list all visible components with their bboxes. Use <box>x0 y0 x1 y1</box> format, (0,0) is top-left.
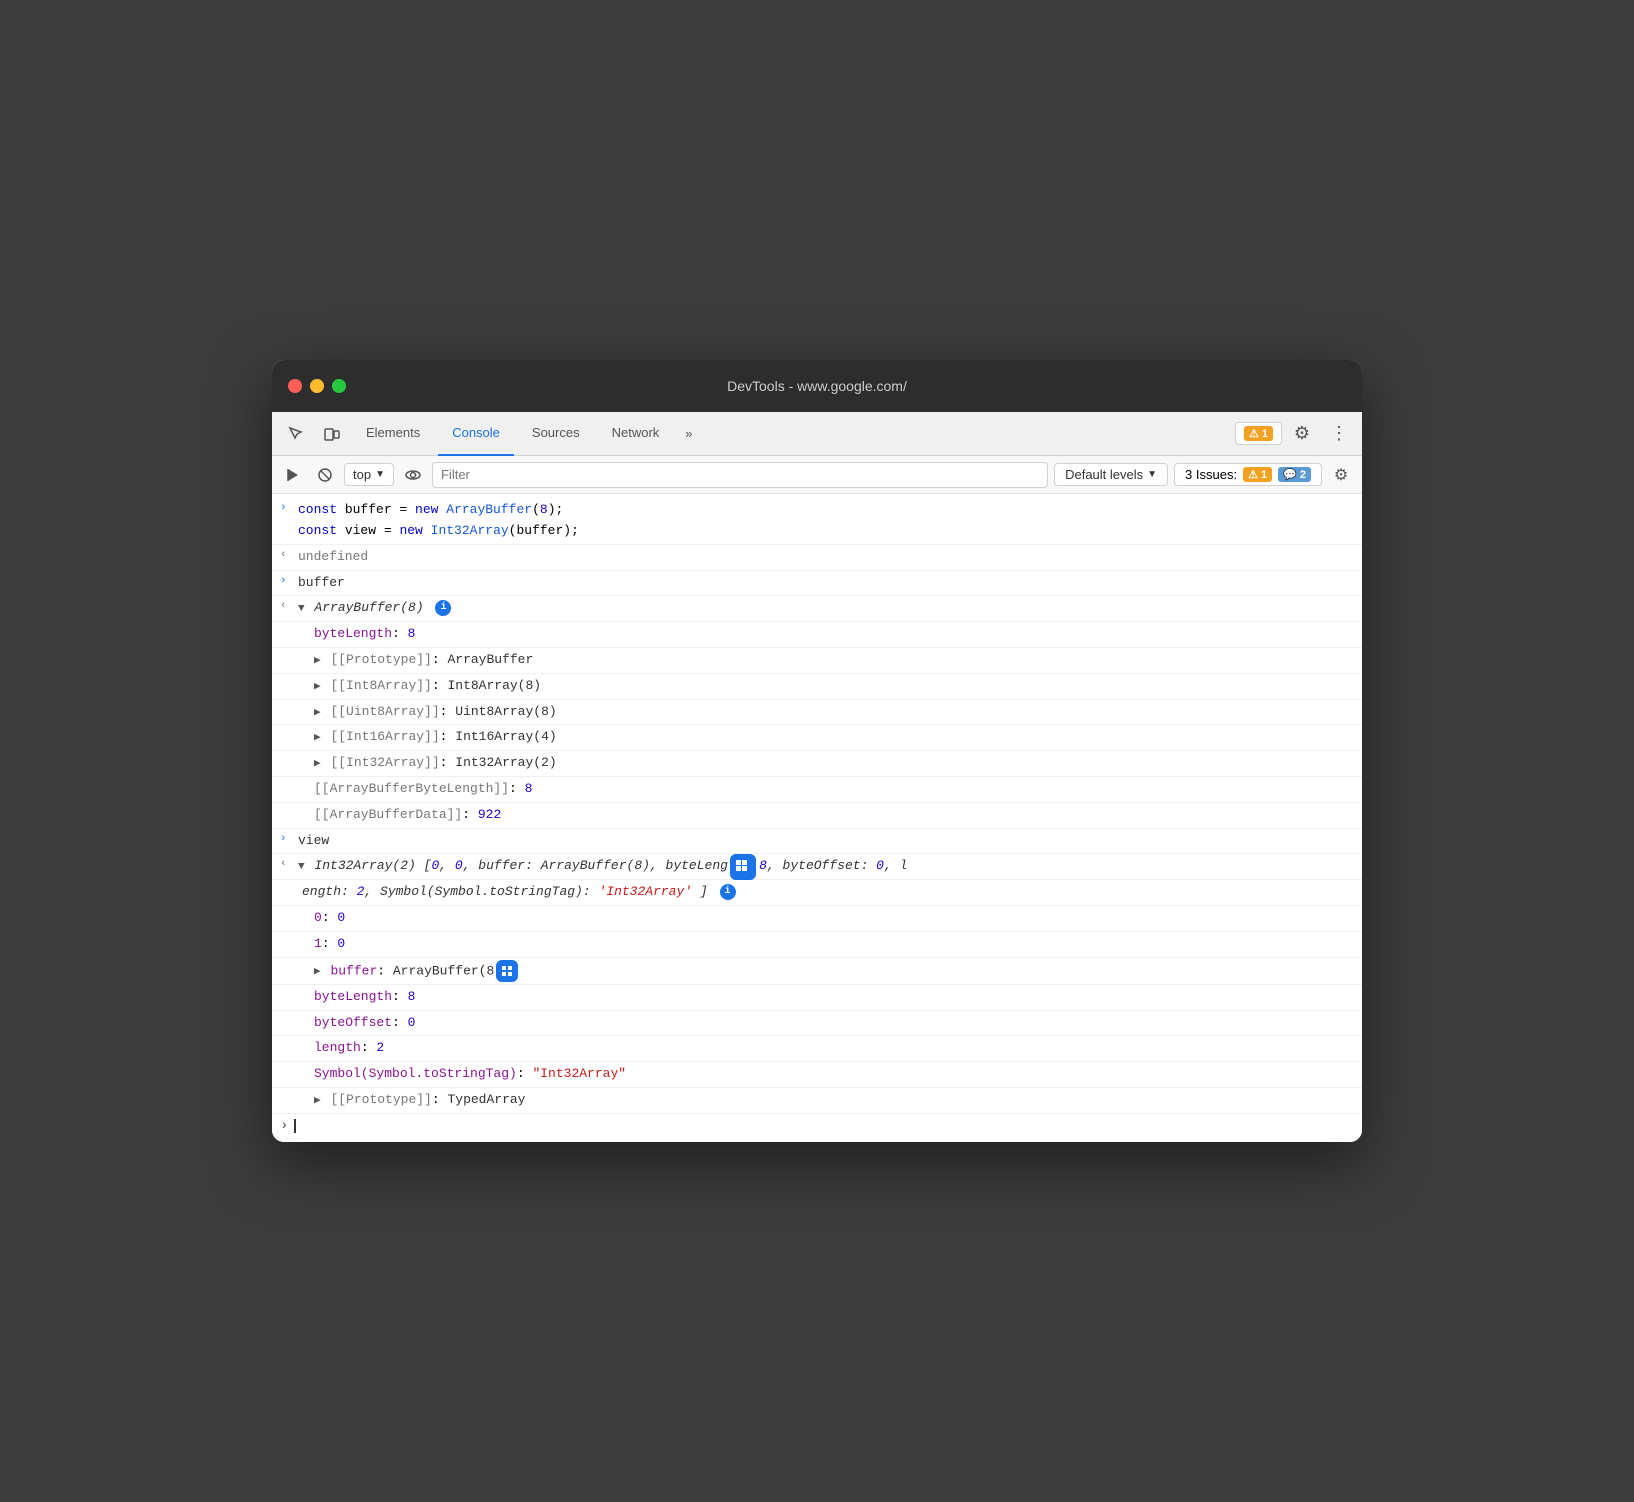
console-cursor-row[interactable]: › <box>272 1114 1362 1138</box>
console-row: 0: 0 <box>272 906 1362 932</box>
row-expand-arrow: ‹ <box>280 598 298 612</box>
console-row: ‹ ▼ ArrayBuffer(8) i <box>272 596 1362 622</box>
info-icon[interactable]: i <box>435 600 451 616</box>
row-content: undefined <box>298 547 1354 568</box>
expand-arrow[interactable]: ▶ <box>314 732 321 744</box>
console-row: ength: 2, Symbol(Symbol.toStringTag): 'I… <box>272 880 1362 906</box>
inspect-element-button[interactable] <box>280 420 312 448</box>
row-content: byteLength: 8 <box>314 624 1354 645</box>
titlebar: DevTools - www.google.com/ <box>272 360 1362 412</box>
expand-arrow[interactable]: ▶ <box>314 758 321 770</box>
expand-arrow[interactable]: ▶ <box>314 966 321 978</box>
row-expand-arrow[interactable]: › <box>280 831 298 845</box>
row-content: view <box>298 831 1354 852</box>
row-expand-arrow: ‹ <box>280 856 298 870</box>
row-content: ▶ [[Int8Array]]: Int8Array(8) <box>314 676 1354 697</box>
console-output: › const buffer = new ArrayBuffer(8); con… <box>272 494 1362 1142</box>
row-content: ▶ [[Prototype]]: TypedArray <box>314 1090 1354 1111</box>
context-selector[interactable]: top ▼ <box>344 463 394 486</box>
expand-arrow[interactable]: ▶ <box>314 1095 321 1107</box>
console-row: ‹ ▼ Int32Array(2) [0, 0, buffer: ArrayBu… <box>272 854 1362 880</box>
row-content: length: 2 <box>314 1038 1354 1059</box>
console-row: ‹ undefined <box>272 545 1362 571</box>
console-row: › buffer <box>272 571 1362 597</box>
row-content: byteOffset: 0 <box>314 1013 1354 1034</box>
minimize-button[interactable] <box>310 379 324 393</box>
run-button[interactable] <box>280 462 306 488</box>
row-content: ength: 2, Symbol(Symbol.toStringTag): 'I… <box>302 882 1354 903</box>
console-row: length: 2 <box>272 1036 1362 1062</box>
console-row: ▶ [[Int8Array]]: Int8Array(8) <box>272 674 1362 700</box>
tab-sources[interactable]: Sources <box>518 412 594 456</box>
expand-arrow[interactable]: ▶ <box>314 681 321 693</box>
console-row: ▶ [[Int32Array]]: Int32Array(2) <box>272 751 1362 777</box>
console-row: › view <box>272 829 1362 855</box>
eye-button[interactable] <box>400 462 426 488</box>
console-row: Symbol(Symbol.toStringTag): "Int32Array" <box>272 1062 1362 1088</box>
console-row: ▶ [[Int16Array]]: Int16Array(4) <box>272 725 1362 751</box>
collapse-arrow[interactable]: ▼ <box>298 861 305 873</box>
console-row: ▶ [[Uint8Array]]: Uint8Array(8) <box>272 700 1362 726</box>
row-expand-arrow[interactable]: › <box>280 500 298 514</box>
tab-network[interactable]: Network <box>598 412 674 456</box>
settings-button[interactable]: ⚙ <box>1286 420 1318 448</box>
console-row: › const buffer = new ArrayBuffer(8); con… <box>272 498 1362 545</box>
device-toolbar-button[interactable] <box>316 420 348 448</box>
cursor <box>294 1119 296 1133</box>
cursor-prompt: › <box>280 1118 288 1134</box>
levels-dropdown[interactable]: Default levels ▼ <box>1054 463 1168 486</box>
row-expand-arrow[interactable]: › <box>280 573 298 587</box>
console-toolbar: top ▼ Default levels ▼ 3 Issues: ⚠ 1 💬 2… <box>272 456 1362 494</box>
row-content: Symbol(Symbol.toStringTag): "Int32Array" <box>314 1064 1354 1085</box>
console-row: [[ArrayBufferByteLength]]: 8 <box>272 777 1362 803</box>
more-tabs-button[interactable]: » <box>677 426 700 441</box>
console-issues-badge[interactable]: 3 Issues: ⚠ 1 💬 2 <box>1174 463 1322 486</box>
row-content: buffer <box>298 573 1354 594</box>
expand-arrow[interactable]: ▶ <box>314 707 321 719</box>
block-button[interactable] <box>312 462 338 488</box>
window-title: DevTools - www.google.com/ <box>727 378 907 394</box>
row-expand-arrow: ‹ <box>280 547 298 561</box>
warning-badge: ⚠ 1 <box>1244 426 1273 441</box>
row-content: ▶ [[Int16Array]]: Int16Array(4) <box>314 727 1354 748</box>
row-content: const buffer = new ArrayBuffer(8); const… <box>298 500 1354 542</box>
tab-console[interactable]: Console <box>438 412 514 456</box>
console-row: [[ArrayBufferData]]: 922 <box>272 803 1362 829</box>
row-content: byteLength: 8 <box>314 987 1354 1008</box>
tooltip-icon[interactable] <box>730 854 756 880</box>
filter-input[interactable] <box>432 462 1048 488</box>
row-content: [[ArrayBufferByteLength]]: 8 <box>314 779 1354 800</box>
tab-elements[interactable]: Elements <box>352 412 434 456</box>
console-settings-button[interactable]: ⚙ <box>1328 462 1354 488</box>
row-content: ▶ [[Int32Array]]: Int32Array(2) <box>314 753 1354 774</box>
collapse-arrow[interactable]: ▼ <box>298 603 305 615</box>
console-row: ▶ buffer: ArrayBuffer(8 <box>272 958 1362 985</box>
console-row: byteLength: 8 <box>272 985 1362 1011</box>
info-icon[interactable]: i <box>720 884 736 900</box>
more-options-button[interactable]: ⋮ <box>1322 420 1354 448</box>
row-content: ▶ buffer: ArrayBuffer(8 <box>314 960 1354 982</box>
expand-arrow[interactable]: ▶ <box>314 655 321 667</box>
row-content: [[ArrayBufferData]]: 922 <box>314 805 1354 826</box>
traffic-lights <box>288 379 346 393</box>
devtools-window: DevTools - www.google.com/ Elements Cons… <box>272 360 1362 1142</box>
issues-info-count: 💬 2 <box>1278 467 1311 482</box>
issues-counter[interactable]: ⚠ 1 <box>1235 422 1282 445</box>
row-content: ▼ ArrayBuffer(8) i <box>298 598 1354 619</box>
console-row: ▶ [[Prototype]]: TypedArray <box>272 1088 1362 1114</box>
row-content: 0: 0 <box>314 908 1354 929</box>
row-content: ▼ Int32Array(2) [0, 0, buffer: ArrayBuff… <box>298 856 1354 877</box>
maximize-button[interactable] <box>332 379 346 393</box>
row-content: ▶ [[Prototype]]: ArrayBuffer <box>314 650 1354 671</box>
issues-warning-count: ⚠ 1 <box>1243 467 1272 482</box>
buffer-badge[interactable] <box>496 960 518 982</box>
row-content: 1: 0 <box>314 934 1354 955</box>
close-button[interactable] <box>288 379 302 393</box>
console-row: ▶ [[Prototype]]: ArrayBuffer <box>272 648 1362 674</box>
console-row: byteOffset: 0 <box>272 1011 1362 1037</box>
row-content: ▶ [[Uint8Array]]: Uint8Array(8) <box>314 702 1354 723</box>
main-toolbar: Elements Console Sources Network » ⚠ 1 ⚙… <box>272 412 1362 456</box>
console-row: 1: 0 <box>272 932 1362 958</box>
console-row: byteLength: 8 <box>272 622 1362 648</box>
